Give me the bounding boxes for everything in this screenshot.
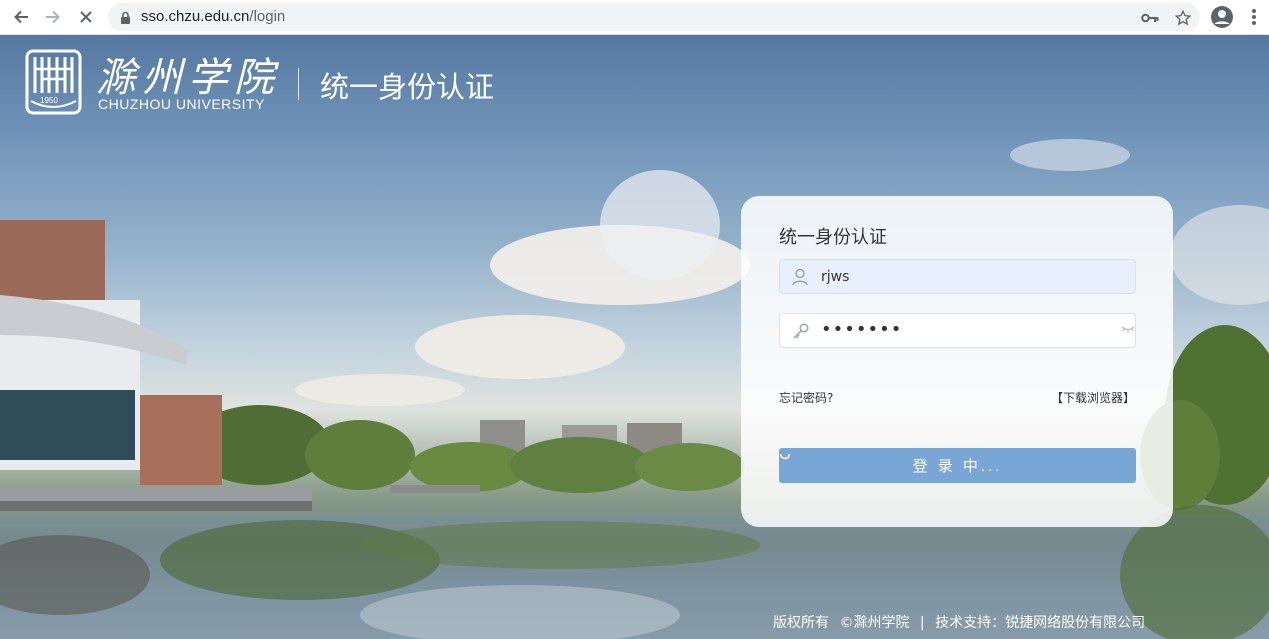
key-icon[interactable] xyxy=(1140,8,1160,28)
footer-copyright-label: 版权所有 xyxy=(773,615,829,631)
forward-arrow-icon[interactable] xyxy=(41,5,65,29)
password-field[interactable]: ••••••• xyxy=(779,313,1136,348)
header-divider xyxy=(298,68,299,100)
forgot-password-link[interactable]: 忘记密码? xyxy=(779,389,833,406)
url-path: /login xyxy=(249,8,286,25)
star-icon[interactable] xyxy=(1173,8,1193,28)
password-value: ••••••• xyxy=(821,319,903,340)
browser-toolbar: sso.chzu.edu.cn/login xyxy=(0,0,1269,35)
username-value: rjws xyxy=(821,269,850,285)
login-title: 统一身份认证 xyxy=(779,227,887,248)
login-card: 统一身份认证 rjws ••••••• 忘记密码? 【下载浏览器】 登 录 中.… xyxy=(741,196,1173,527)
footer-support: 技术支持：锐捷网络股份有限公司 xyxy=(935,615,1146,631)
account-icon[interactable] xyxy=(1210,5,1234,29)
login-button[interactable]: 登 录 中... xyxy=(779,448,1136,483)
emblem-year: 1950 xyxy=(40,96,58,105)
lock-icon xyxy=(120,10,131,29)
loading-spinner-icon xyxy=(779,453,791,460)
back-arrow-icon[interactable] xyxy=(9,5,33,29)
footer-separator: | xyxy=(919,615,925,631)
login-button-label: 登 录 中... xyxy=(912,458,1003,475)
footer-copyright: ©滁州学院 xyxy=(839,615,910,631)
user-icon xyxy=(792,268,810,286)
download-browser-link[interactable]: 【下载浏览器】 xyxy=(1051,389,1135,406)
footer: 版权所有 ©滁州学院 | 技术支持：锐捷网络股份有限公司 xyxy=(773,612,1151,632)
more-vert-icon[interactable] xyxy=(1242,5,1266,29)
url-host: sso.chzu.edu.cn xyxy=(141,8,250,25)
stop-loading-icon[interactable] xyxy=(74,5,98,29)
university-name-en: CHUZHOU UNIVERSITY xyxy=(98,96,265,112)
university-name-cn: 滁州学院 xyxy=(96,55,280,101)
address-bar[interactable]: sso.chzu.edu.cn/login xyxy=(108,3,1200,31)
url-text[interactable]: sso.chzu.edu.cn/login xyxy=(141,8,285,25)
system-name: 统一身份认证 xyxy=(320,70,495,104)
campus-background: 1950 滁州学院 CHUZHOU UNIVERSITY 统一身份认证 统一身份… xyxy=(0,35,1269,639)
key-icon xyxy=(792,322,810,340)
username-field[interactable]: rjws xyxy=(779,259,1136,294)
